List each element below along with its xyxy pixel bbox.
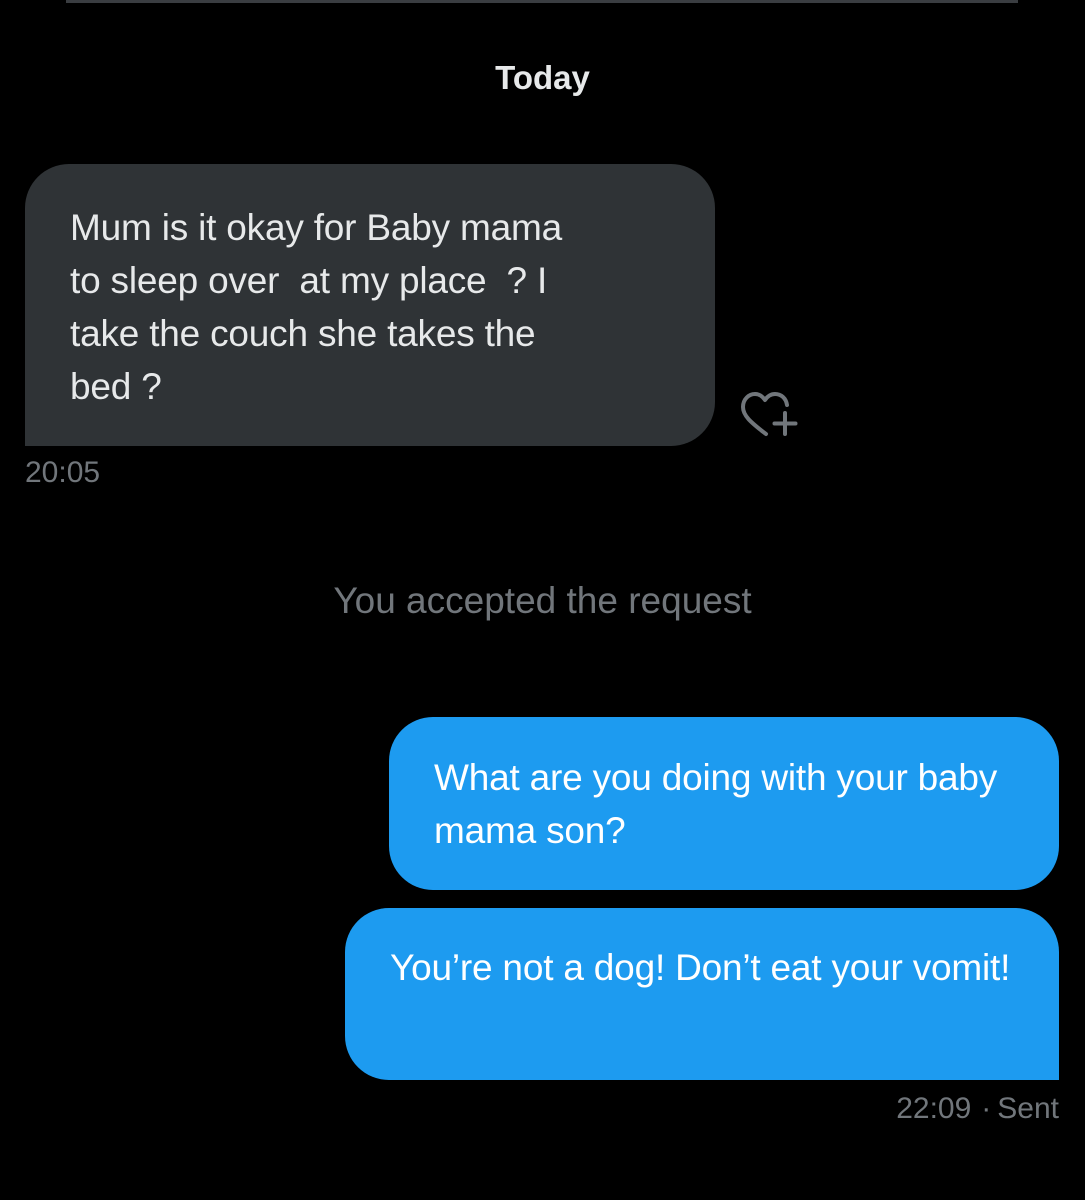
heart-plus-icon	[740, 388, 800, 440]
outgoing-message-bubble[interactable]: You’re not a dog! Don’t eat your vomit!	[345, 908, 1059, 1080]
outgoing-message-meta: 22:09 · Sent	[896, 1091, 1059, 1127]
delivery-status: Sent	[997, 1092, 1059, 1125]
system-message: You accepted the request	[333, 580, 752, 621]
incoming-message-time: 20:05	[25, 456, 101, 489]
outgoing-message-time: 22:09	[896, 1092, 972, 1125]
meta-separator: ·	[981, 1092, 992, 1125]
incoming-message-bubble[interactable]: Mum is it okay for Baby mama to sleep ov…	[25, 164, 715, 446]
date-separator: Today	[495, 59, 590, 96]
outgoing-message-bubble[interactable]: What are you doing with your baby mama s…	[389, 717, 1059, 890]
top-divider	[66, 0, 1018, 3]
add-reaction-button[interactable]	[740, 388, 800, 440]
